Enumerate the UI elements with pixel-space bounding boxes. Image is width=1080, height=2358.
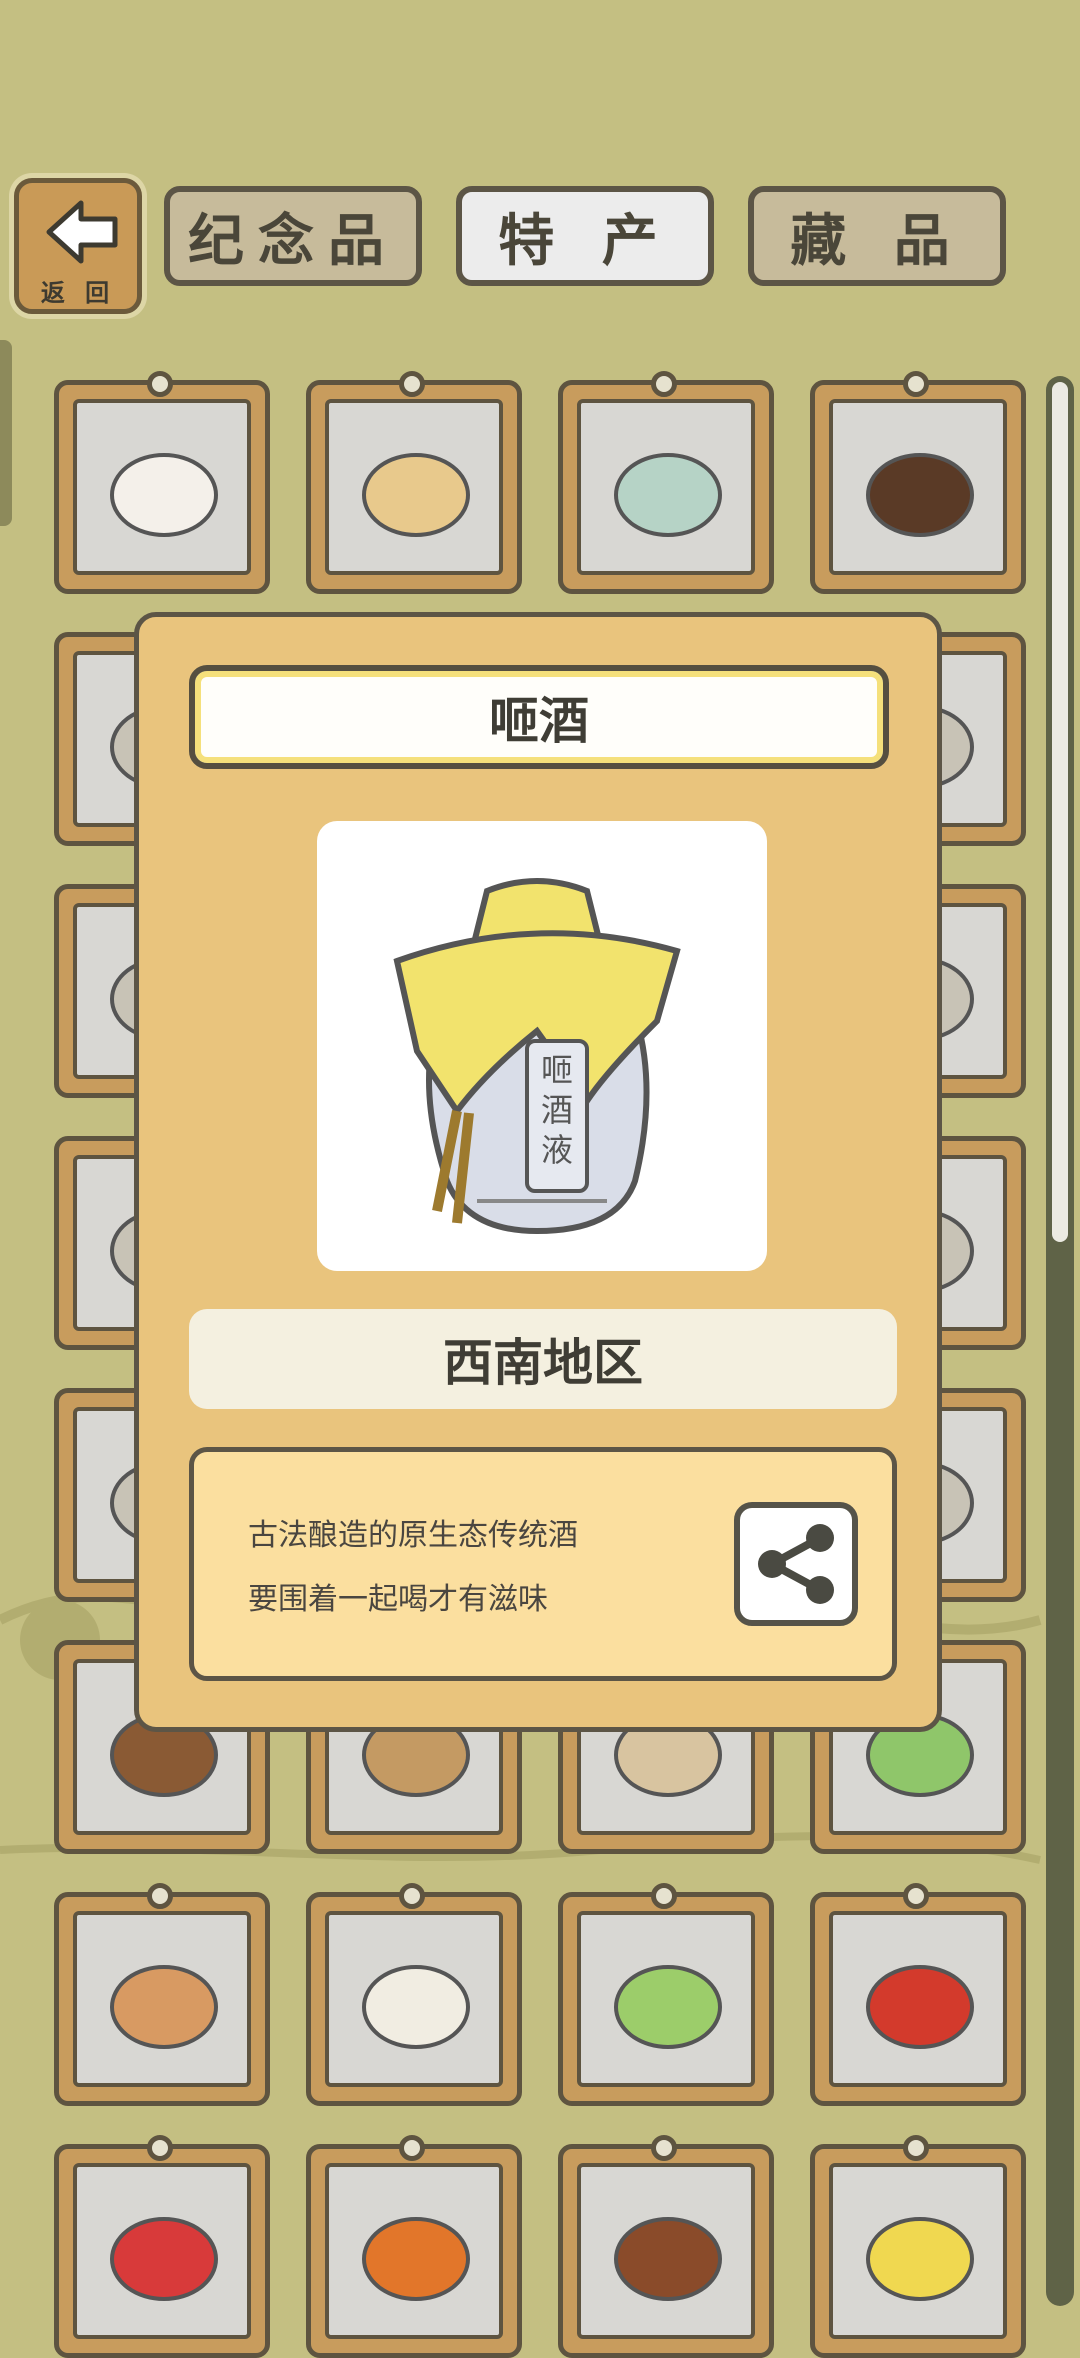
liquor-bottle-icon: 咂 酒 液 [393, 878, 681, 1235]
description-line-1: 古法酿造的原生态传统酒 [248, 1518, 578, 1553]
tab-collectibles[interactable]: 藏 品 [748, 186, 1006, 286]
item-card[interactable] [306, 2135, 522, 2358]
svg-text:酒: 酒 [541, 1091, 573, 1129]
back-button[interactable]: 返 回 [14, 178, 142, 314]
hook-icon [147, 1883, 173, 1909]
description-line-2: 要围着一起喝才有滋味 [248, 1582, 548, 1617]
share-icon [758, 1524, 834, 1604]
hook-icon [399, 1883, 425, 1909]
chestnuts-icon [614, 2217, 722, 2301]
scrollbar-thumb[interactable] [1052, 382, 1068, 1242]
svg-text:咂: 咂 [541, 1051, 573, 1089]
hook-icon [147, 371, 173, 397]
item-card[interactable] [810, 371, 1026, 594]
item-region: 西南地区 [189, 1309, 897, 1409]
svg-text:液: 液 [541, 1131, 573, 1169]
coffee-beans-icon [866, 453, 974, 537]
strawberry-icon [110, 2217, 218, 2301]
item-card[interactable] [810, 1883, 1026, 2106]
hook-icon [903, 371, 929, 397]
chili-peppers-icon [866, 1965, 974, 2049]
item-card[interactable] [306, 1883, 522, 2106]
scallion-icon [614, 1965, 722, 2049]
item-card[interactable] [306, 371, 522, 594]
item-card[interactable] [54, 371, 270, 594]
item-card[interactable] [558, 371, 774, 594]
persimmon-icon [362, 2217, 470, 2301]
item-image-frame: 咂 酒 液 [317, 821, 767, 1271]
hook-icon [147, 2135, 173, 2161]
porridge-bowl-icon [110, 453, 218, 537]
hook-icon [399, 371, 425, 397]
item-card[interactable] [558, 2135, 774, 2358]
back-label: 返 回 [40, 279, 116, 307]
item-card[interactable] [558, 1883, 774, 2106]
item-description-box: 古法酿造的原生态传统酒 要围着一起喝才有滋味 [189, 1447, 897, 1681]
hook-icon [651, 2135, 677, 2161]
item-card[interactable] [810, 2135, 1026, 2358]
tab-souvenirs[interactable]: 纪念品 [164, 186, 422, 286]
item-title: 咂酒 [189, 665, 889, 769]
tab-specialties[interactable]: 特 产 [456, 186, 714, 286]
banana-icon [866, 2217, 974, 2301]
onion-icon [110, 1965, 218, 2049]
hook-icon [903, 2135, 929, 2161]
item-card[interactable] [54, 2135, 270, 2358]
left-edge-handle[interactable] [0, 340, 12, 526]
hook-icon [399, 2135, 425, 2161]
item-card[interactable] [54, 1883, 270, 2106]
hook-icon [651, 371, 677, 397]
share-button[interactable] [734, 1502, 858, 1626]
tofu-plate-icon [362, 453, 470, 537]
hook-icon [651, 1883, 677, 1909]
hook-icon [903, 1883, 929, 1909]
garlic-icon [362, 1965, 470, 2049]
item-detail-dialog: 咂酒 咂 酒 液 西南地区 古法酿造的原生态传统酒 要围着一起喝才有滋味 [134, 612, 942, 1732]
scrollbar[interactable] [1046, 376, 1074, 2306]
back-arrow-icon [46, 200, 118, 264]
tea-jar-icon [614, 453, 722, 537]
